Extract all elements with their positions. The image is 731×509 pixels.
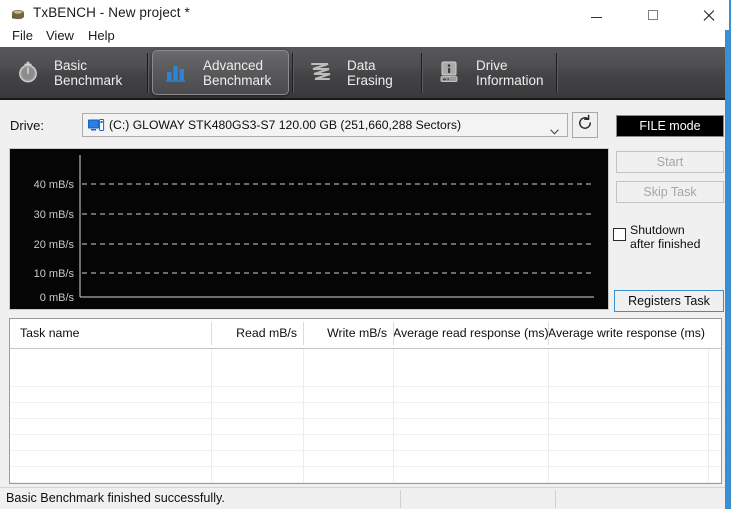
tab-basic-benchmark-label: Basic Benchmark <box>54 58 134 88</box>
drive-select[interactable]: (C:) GLOWAY STK480GS3-S7 120.00 GB (251,… <box>82 113 568 137</box>
svg-text:0 mB/s: 0 mB/s <box>40 292 75 304</box>
drive-info-icon <box>438 60 466 88</box>
table-row[interactable] <box>10 403 721 419</box>
toolbar: Basic Benchmark Advanced Benchmark <box>0 47 729 100</box>
table-row[interactable] <box>10 371 721 387</box>
tab-data-erasing-label: Data Erasing <box>347 58 419 88</box>
column-header-avg-write-response[interactable]: Average write response (ms) <box>548 319 708 348</box>
toolbar-separator-2 <box>292 53 294 93</box>
drive-label: Drive: <box>10 118 44 133</box>
menu-item-file[interactable]: File <box>6 25 39 47</box>
column-header-task-name[interactable]: Task name <box>20 319 220 348</box>
menu-bar: File View Help <box>0 25 729 47</box>
column-divider <box>303 349 304 484</box>
column-header-avg-read-response[interactable]: Average read response (ms) <box>393 319 548 348</box>
chevron-down-icon <box>550 122 559 128</box>
tab-drive-information[interactable]: Drive Information <box>426 47 554 98</box>
shutdown-after-finished-label: Shutdown after finished <box>630 224 700 251</box>
tab-advanced-benchmark-label: Advanced Benchmark <box>203 58 283 88</box>
txbench-window: TxBENCH - New project * File View Help <box>0 0 731 509</box>
svg-text:40 mB/s: 40 mB/s <box>34 179 75 191</box>
table-header-row: Task name Read mB/s Write mB/s Average r… <box>10 319 721 349</box>
bar-chart-icon <box>165 60 193 88</box>
column-divider <box>708 349 709 484</box>
registers-task-button[interactable]: Registers Task <box>614 290 724 312</box>
drive-select-icon <box>87 118 105 132</box>
column-header-write[interactable]: Write mB/s <box>303 319 393 348</box>
toolbar-separator-3 <box>421 53 423 93</box>
column-divider <box>211 349 212 484</box>
status-divider <box>555 490 556 508</box>
table-body <box>10 349 721 483</box>
menu-item-view[interactable]: View <box>40 25 80 47</box>
toolbar-separator-4 <box>556 53 558 93</box>
table-row[interactable] <box>10 387 721 403</box>
file-mode-button[interactable]: FILE mode <box>616 115 724 137</box>
wave-erase-icon <box>309 60 337 88</box>
status-message: Basic Benchmark finished successfully. <box>6 491 225 505</box>
table-row[interactable] <box>10 435 721 451</box>
toolbar-separator-1 <box>147 53 149 93</box>
tab-data-erasing[interactable]: Data Erasing <box>297 47 419 98</box>
column-divider <box>548 349 549 484</box>
app-disk-drive-icon <box>10 8 26 22</box>
table-row[interactable] <box>10 349 721 371</box>
status-bar: Basic Benchmark finished successfully. <box>0 487 729 509</box>
refresh-icon <box>576 114 594 137</box>
tab-basic-benchmark[interactable]: Basic Benchmark <box>4 47 146 98</box>
menu-item-help[interactable]: Help <box>82 25 121 47</box>
svg-text:10 mB/s: 10 mB/s <box>34 268 75 280</box>
table-row[interactable] <box>10 419 721 435</box>
tab-drive-information-label: Drive Information <box>476 58 556 88</box>
shutdown-after-finished-checkbox[interactable]: Shutdown after finished <box>613 224 700 251</box>
table-row[interactable] <box>10 467 721 483</box>
svg-text:20 mB/s: 20 mB/s <box>34 239 75 251</box>
table-row[interactable] <box>10 451 721 467</box>
refresh-drives-button[interactable] <box>572 112 598 138</box>
drive-select-value: (C:) GLOWAY STK480GS3-S7 120.00 GB (251,… <box>109 118 461 132</box>
column-header-read[interactable]: Read mB/s <box>211 319 303 348</box>
column-divider <box>393 349 394 484</box>
stopwatch-icon <box>16 60 44 88</box>
task-results-table: Task name Read mB/s Write mB/s Average r… <box>9 318 722 484</box>
chart-canvas: 40 mB/s 30 mB/s 20 mB/s 10 mB/s 0 mB/s <box>10 149 608 309</box>
tab-advanced-benchmark[interactable]: Advanced Benchmark <box>152 50 289 95</box>
benchmark-chart: 40 mB/s 30 mB/s 20 mB/s 10 mB/s 0 mB/s <box>9 148 609 310</box>
checkbox-box-icon <box>613 228 626 241</box>
start-button[interactable]: Start <box>616 151 724 173</box>
status-divider <box>400 490 401 508</box>
window-title: TxBENCH - New project * <box>33 5 190 20</box>
skip-task-button[interactable]: Skip Task <box>616 181 724 203</box>
svg-text:30 mB/s: 30 mB/s <box>34 209 75 221</box>
window-right-edge <box>725 30 729 509</box>
